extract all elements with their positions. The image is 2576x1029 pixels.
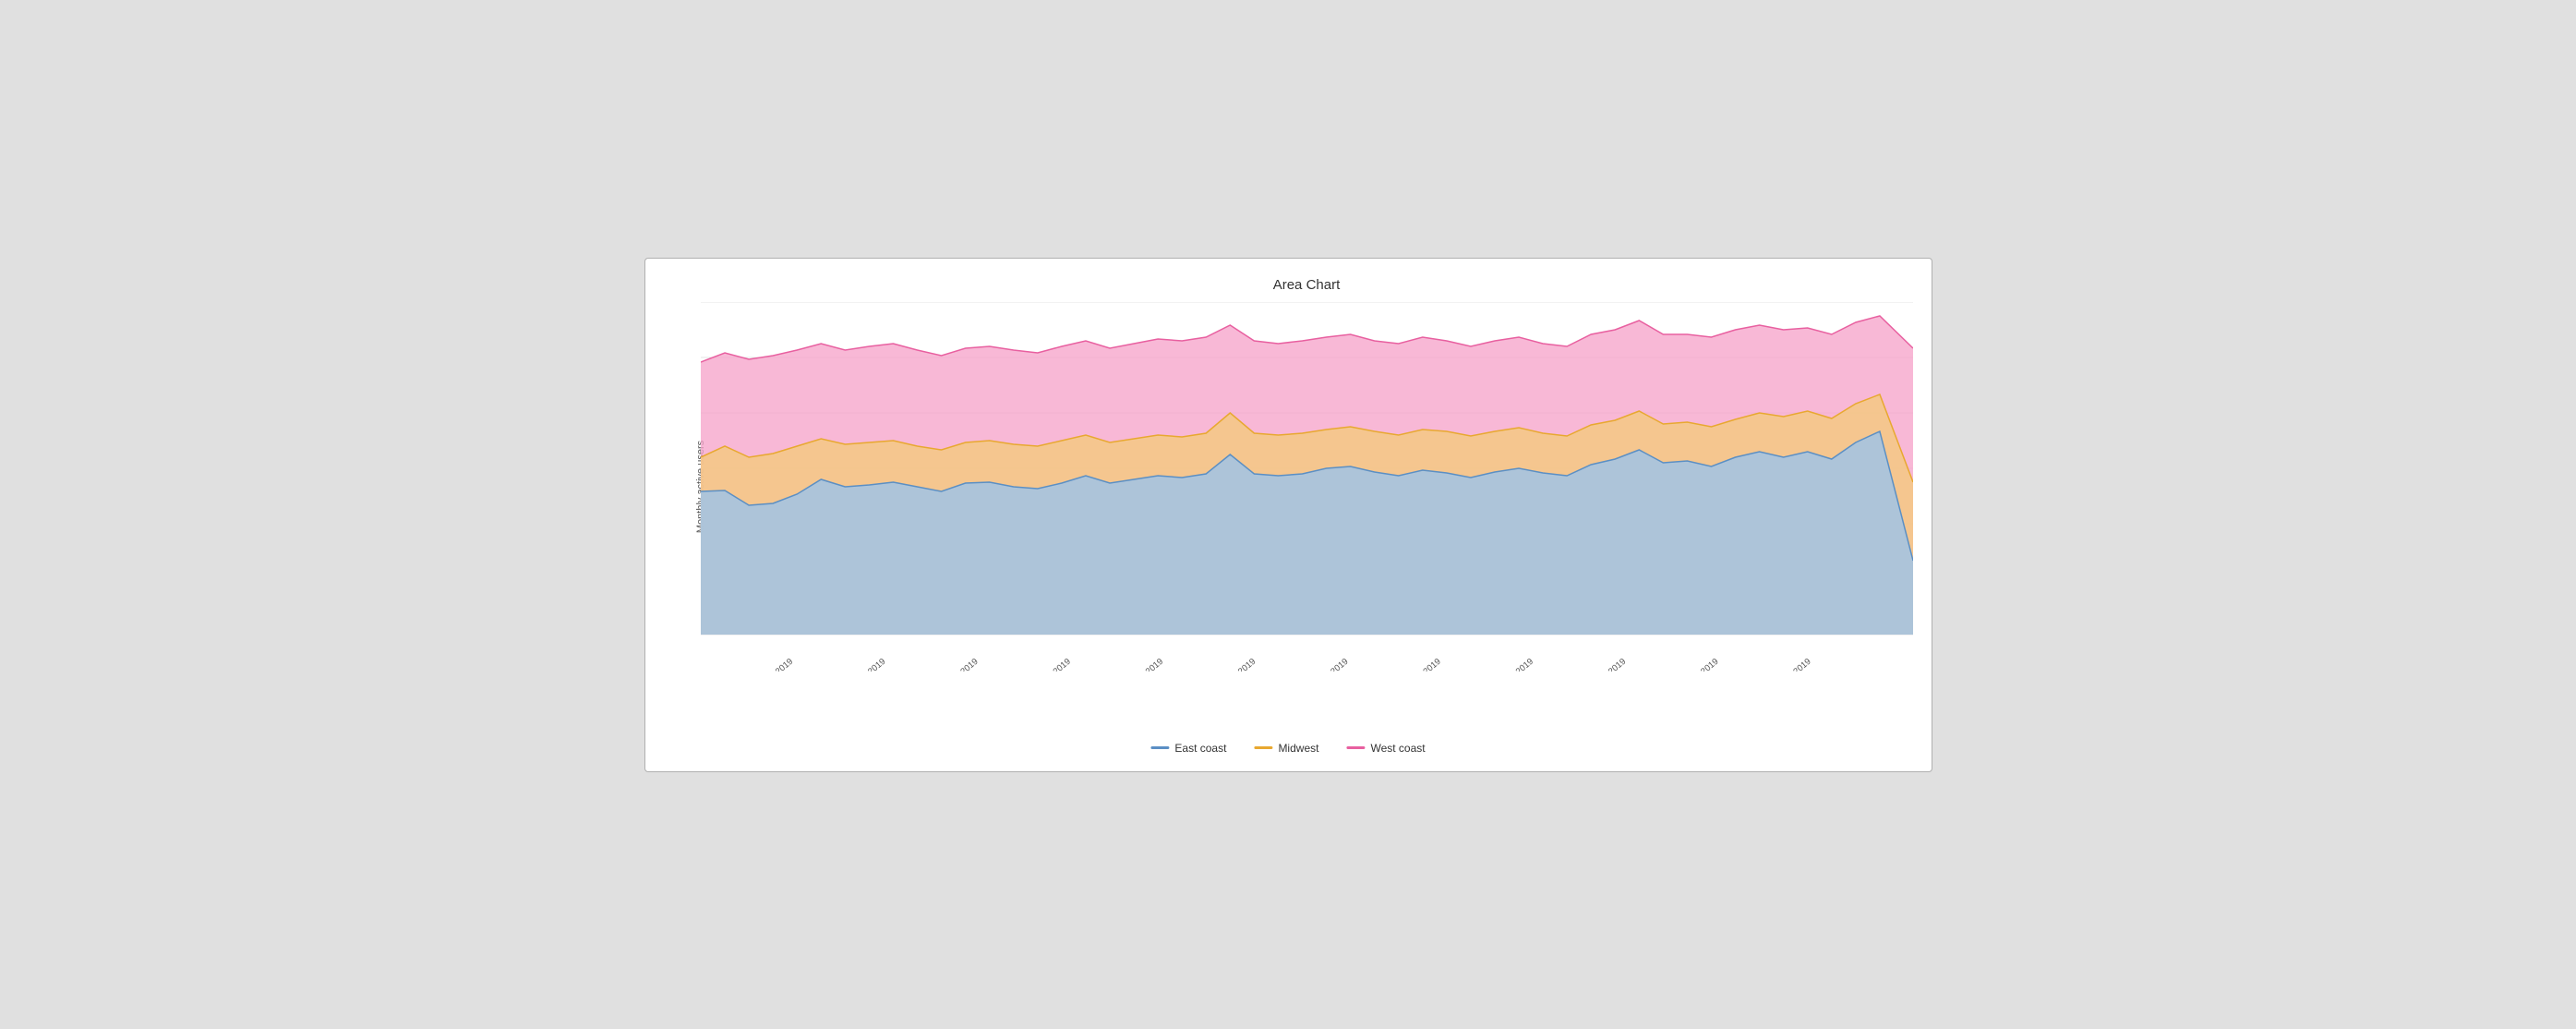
legend-item-midwest: Midwest xyxy=(1254,742,1318,755)
svg-text:May - 2019: May - 2019 xyxy=(1125,656,1165,671)
west-coast-legend-color xyxy=(1346,746,1365,749)
east-coast-legend-color xyxy=(1150,746,1169,749)
svg-text:December - 2018: December - 2018 xyxy=(701,656,703,671)
chart-legend: East coast Midwest West coast xyxy=(1150,742,1425,755)
midwest-legend-label: Midwest xyxy=(1278,742,1318,755)
svg-text:November - 2019: November - 2019 xyxy=(1662,656,1720,671)
chart-container: Area Chart Monthly active users 0 50 100 xyxy=(644,258,1932,772)
midwest-legend-color xyxy=(1254,746,1272,749)
svg-text:April - 2019: April - 2019 xyxy=(1031,656,1072,671)
legend-item-west-coast: West coast xyxy=(1346,742,1425,755)
svg-text:December - 2019: December - 2019 xyxy=(1754,656,1812,671)
svg-text:July - 2019: July - 2019 xyxy=(1310,656,1350,671)
svg-text:February - 2019: February - 2019 xyxy=(833,656,887,671)
legend-item-east-coast: East coast xyxy=(1150,742,1226,755)
svg-text:March - 2019: March - 2019 xyxy=(933,656,980,671)
chart-area: Monthly active users 0 50 100 150 200 xyxy=(701,302,1913,672)
svg-text:June - 2019: June - 2019 xyxy=(1215,656,1258,671)
chart-title: Area Chart xyxy=(701,277,1913,293)
west-coast-legend-label: West coast xyxy=(1370,742,1425,755)
east-coast-legend-label: East coast xyxy=(1174,742,1226,755)
svg-text:October - 2019: October - 2019 xyxy=(1576,656,1628,671)
svg-text:September - 2019: September - 2019 xyxy=(1475,656,1535,671)
svg-text:August - 2019: August - 2019 xyxy=(1394,656,1442,671)
svg-text:January - 2019: January - 2019 xyxy=(743,656,795,671)
